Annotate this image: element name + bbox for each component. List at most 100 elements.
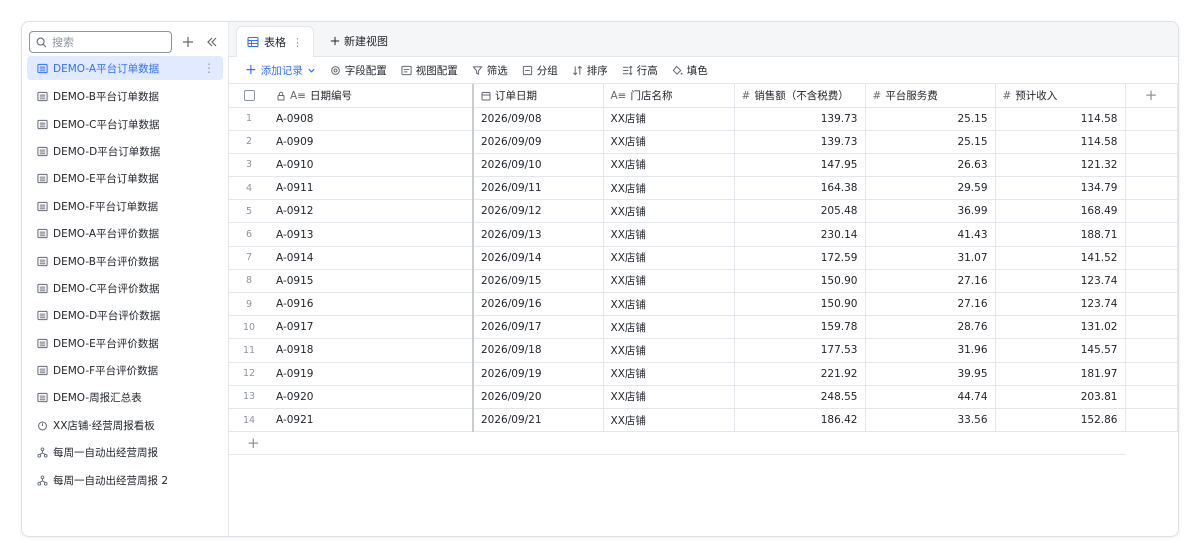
cell-fee[interactable]: 25.15 bbox=[865, 130, 996, 154]
cell-fee[interactable]: 39.95 bbox=[865, 362, 996, 386]
cell-date[interactable]: 2026/09/15 bbox=[473, 269, 604, 294]
tab-grid-view[interactable]: 表格 ⋮ bbox=[236, 26, 314, 57]
sidebar-item[interactable]: XX店铺·经营周报看板 bbox=[22, 412, 228, 439]
cell-store[interactable]: XX店铺 bbox=[603, 269, 735, 294]
cell-fee[interactable]: 36.99 bbox=[865, 199, 996, 224]
table-row[interactable]: 14 A-0921 2026/09/21 XX店铺 186.42 33.56 152.86 bbox=[229, 408, 1178, 433]
cell-fee[interactable]: 27.16 bbox=[865, 269, 996, 294]
cell-id[interactable]: A-0910 bbox=[269, 153, 474, 178]
cell-date[interactable]: 2026/09/11 bbox=[473, 176, 604, 201]
cell-income[interactable]: 123.74 bbox=[995, 269, 1126, 294]
table-row[interactable]: 9 A-0916 2026/09/16 XX店铺 150.90 27.16 123.74 bbox=[229, 292, 1178, 317]
sidebar-item[interactable]: 每周一自动出经营周报 2 bbox=[22, 466, 228, 493]
cell-id[interactable]: A-0908 bbox=[269, 107, 474, 131]
search-input[interactable]: 搜索 bbox=[29, 31, 172, 53]
plus-icon[interactable] bbox=[180, 34, 196, 50]
sidebar-item[interactable]: DEMO-E平台订单数据 bbox=[22, 165, 228, 192]
column-header-sales[interactable]: # 销售额（不含税费） bbox=[734, 84, 866, 108]
cell-date[interactable]: 2026/09/16 bbox=[473, 292, 604, 317]
cell-store[interactable]: XX店铺 bbox=[603, 176, 735, 201]
cell-income[interactable]: 121.32 bbox=[995, 153, 1126, 178]
cell-sales[interactable]: 139.73 bbox=[734, 130, 866, 154]
cell-store[interactable]: XX店铺 bbox=[603, 153, 735, 178]
cell-fee[interactable]: 41.43 bbox=[865, 222, 996, 247]
cell-fee[interactable]: 33.56 bbox=[865, 408, 996, 433]
more-icon[interactable]: ⋮ bbox=[203, 61, 215, 75]
cell-income[interactable]: 145.57 bbox=[995, 338, 1126, 363]
cell-fee[interactable]: 44.74 bbox=[865, 385, 996, 409]
cell-income[interactable]: 131.02 bbox=[995, 315, 1126, 340]
cell-date[interactable]: 2026/09/10 bbox=[473, 153, 604, 178]
cell-store[interactable]: XX店铺 bbox=[603, 246, 735, 270]
table-row[interactable]: 3 A-0910 2026/09/10 XX店铺 147.95 26.63 121.32 bbox=[229, 153, 1178, 178]
cell-fee[interactable]: 28.76 bbox=[865, 315, 996, 340]
table-row[interactable]: 2 A-0909 2026/09/09 XX店铺 139.73 25.15 114.58 bbox=[229, 130, 1178, 154]
cell-date[interactable]: 2026/09/21 bbox=[473, 408, 604, 433]
cell-store[interactable]: XX店铺 bbox=[603, 362, 735, 386]
sidebar-item[interactable]: 每周一自动出经营周报 bbox=[22, 439, 228, 466]
sidebar-item[interactable]: DEMO-E平台评价数据 bbox=[22, 330, 228, 357]
cell-store[interactable]: XX店铺 bbox=[603, 222, 735, 247]
cell-income[interactable]: 188.71 bbox=[995, 222, 1126, 247]
cell-sales[interactable]: 221.92 bbox=[734, 362, 866, 386]
table-row[interactable]: 7 A-0914 2026/09/14 XX店铺 172.59 31.07 141.52 bbox=[229, 246, 1178, 270]
column-header-store[interactable]: A≡ 门店名称 bbox=[603, 84, 735, 108]
cell-sales[interactable]: 248.55 bbox=[734, 385, 866, 409]
cell-date[interactable]: 2026/09/19 bbox=[473, 362, 604, 386]
cell-id[interactable]: A-0909 bbox=[269, 130, 474, 154]
cell-id[interactable]: A-0912 bbox=[269, 199, 474, 224]
more-icon[interactable]: ⋮ bbox=[292, 36, 303, 49]
cell-id[interactable]: A-0917 bbox=[269, 315, 474, 340]
cell-id[interactable]: A-0921 bbox=[269, 408, 474, 433]
sidebar-item[interactable]: DEMO-B平台订单数据 bbox=[22, 83, 228, 110]
cell-income[interactable]: 141.52 bbox=[995, 246, 1126, 270]
row-height-button[interactable]: 行高 bbox=[622, 63, 658, 78]
cell-id[interactable]: A-0918 bbox=[269, 338, 474, 363]
cell-date[interactable]: 2026/09/13 bbox=[473, 222, 604, 247]
cell-income[interactable]: 134.79 bbox=[995, 176, 1126, 201]
view-config-button[interactable]: 视图配置 bbox=[401, 63, 458, 78]
cell-store[interactable]: XX店铺 bbox=[603, 338, 735, 363]
cell-sales[interactable]: 139.73 bbox=[734, 107, 866, 131]
cell-id[interactable]: A-0919 bbox=[269, 362, 474, 386]
cell-sales[interactable]: 164.38 bbox=[734, 176, 866, 201]
cell-sales[interactable]: 177.53 bbox=[734, 338, 866, 363]
sidebar-item[interactable]: DEMO-D平台订单数据 bbox=[22, 138, 228, 165]
cell-date[interactable]: 2026/09/09 bbox=[473, 130, 604, 154]
cell-income[interactable]: 114.58 bbox=[995, 130, 1126, 154]
sidebar-item[interactable]: DEMO-A平台评价数据 bbox=[22, 220, 228, 247]
cell-fee[interactable]: 26.63 bbox=[865, 153, 996, 178]
cell-date[interactable]: 2026/09/18 bbox=[473, 338, 604, 363]
sidebar-item[interactable]: DEMO-F平台订单数据 bbox=[22, 193, 228, 220]
table-row[interactable]: 1 A-0908 2026/09/08 XX店铺 139.73 25.15 114.58 bbox=[229, 107, 1178, 131]
fill-color-button[interactable]: 填色 bbox=[672, 63, 708, 78]
cell-sales[interactable]: 150.90 bbox=[734, 292, 866, 317]
cell-id[interactable]: A-0911 bbox=[269, 176, 474, 201]
cell-id[interactable]: A-0915 bbox=[269, 269, 474, 294]
cell-date[interactable]: 2026/09/08 bbox=[473, 107, 604, 131]
cell-store[interactable]: XX店铺 bbox=[603, 107, 735, 131]
column-header-fee[interactable]: # 平台服务费 bbox=[865, 84, 996, 108]
cell-id[interactable]: A-0916 bbox=[269, 292, 474, 317]
table-row[interactable]: 12 A-0919 2026/09/19 XX店铺 221.92 39.95 181.97 bbox=[229, 362, 1178, 386]
cell-store[interactable]: XX店铺 bbox=[603, 408, 735, 433]
sidebar-item[interactable]: DEMO-B平台评价数据 bbox=[22, 247, 228, 274]
cell-sales[interactable]: 205.48 bbox=[734, 199, 866, 224]
cell-id[interactable]: A-0913 bbox=[269, 222, 474, 247]
column-header-income[interactable]: # 预计收入 bbox=[995, 84, 1126, 108]
add-record-button[interactable]: + 添加记录 bbox=[245, 62, 316, 78]
new-view-button[interactable]: 新建视图 bbox=[320, 26, 398, 56]
sidebar-item[interactable]: DEMO-周报汇总表 bbox=[22, 384, 228, 411]
filter-button[interactable]: 筛选 bbox=[472, 63, 508, 78]
cell-store[interactable]: XX店铺 bbox=[603, 292, 735, 317]
cell-date[interactable]: 2026/09/20 bbox=[473, 385, 604, 409]
select-all-checkbox[interactable] bbox=[229, 84, 269, 108]
cell-store[interactable]: XX店铺 bbox=[603, 130, 735, 154]
table-row[interactable]: 4 A-0911 2026/09/11 XX店铺 164.38 29.59 134.79 bbox=[229, 176, 1178, 201]
cell-income[interactable]: 152.86 bbox=[995, 408, 1126, 433]
table-row[interactable]: 11 A-0918 2026/09/18 XX店铺 177.53 31.96 145.57 bbox=[229, 338, 1178, 363]
cell-fee[interactable]: 31.96 bbox=[865, 338, 996, 363]
table-row[interactable]: 5 A-0912 2026/09/12 XX店铺 205.48 36.99 168.49 bbox=[229, 199, 1178, 224]
sidebar-item[interactable]: DEMO-A平台订单数据 ⋮ bbox=[27, 56, 223, 80]
sort-button[interactable]: 排序 bbox=[572, 63, 608, 78]
